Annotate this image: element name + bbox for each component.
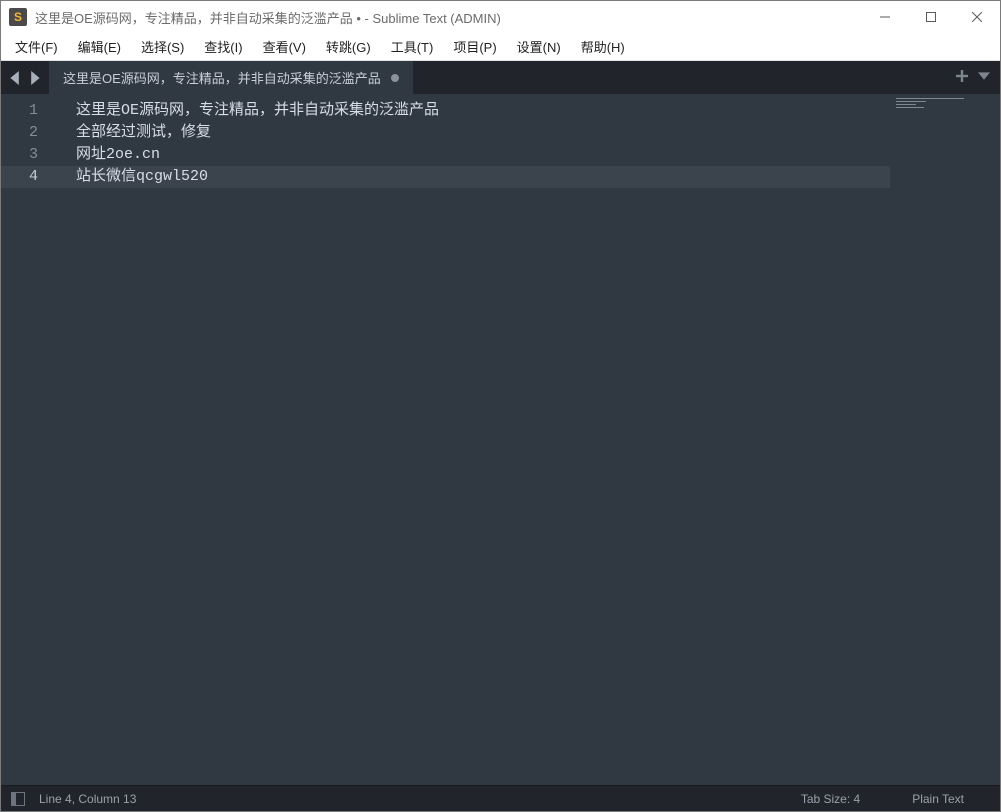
gutter[interactable]: 1 2 3 4 [1,94,56,785]
tab-dropdown-icon[interactable] [978,69,990,87]
tab-spacer [413,61,946,94]
window-controls [862,1,1000,33]
file-tab[interactable]: 这里是OE源码网，专注精品，并非自动采集的泛滥产品 [49,61,413,94]
line-number[interactable]: 1 [1,100,56,122]
new-tab-icon[interactable] [956,69,968,87]
minimap[interactable] [890,94,1000,785]
nav-arrows [1,61,49,94]
minimize-button[interactable] [862,1,908,33]
menu-edit[interactable]: 编辑(E) [68,33,131,60]
title-bar[interactable]: S 这里是OE源码网，专注精品，并非自动采集的泛滥产品 • - Sublime … [1,1,1000,33]
tab-label: 这里是OE源码网，专注精品，并非自动采集的泛滥产品 [63,68,381,87]
code-line[interactable]: 站长微信qcgwl520 [56,166,890,188]
window-title: 这里是OE源码网，专注精品，并非自动采集的泛滥产品 • - Sublime Te… [35,8,862,27]
close-button[interactable] [954,1,1000,33]
minimap-line [896,104,916,105]
maximize-button[interactable] [908,1,954,33]
menu-goto[interactable]: 转跳(G) [316,33,381,60]
menu-view[interactable]: 查看(V) [253,33,316,60]
code-line[interactable]: 网址2oe.cn [56,144,890,166]
editor-area: 1 2 3 4 这里是OE源码网，专注精品，并非自动采集的泛滥产品 全部经过测试… [1,94,1000,785]
status-bar: Line 4, Column 13 Tab Size: 4 Plain Text [1,785,1000,811]
status-tab-size[interactable]: Tab Size: 4 [775,792,886,806]
status-syntax[interactable]: Plain Text [886,792,990,806]
minimap-line [896,107,924,108]
code-line[interactable]: 这里是OE源码网，专注精品，并非自动采集的泛滥产品 [56,100,890,122]
app-window: S 这里是OE源码网，专注精品，并非自动采集的泛滥产品 • - Sublime … [0,0,1001,812]
status-position[interactable]: Line 4, Column 13 [39,792,136,806]
nav-forward-icon[interactable] [27,71,41,85]
menu-project[interactable]: 项目(P) [443,33,506,60]
code-area[interactable]: 这里是OE源码网，专注精品，并非自动采集的泛滥产品 全部经过测试，修复 网址2o… [56,94,890,785]
line-number[interactable]: 4 [1,166,56,188]
menu-select[interactable]: 选择(S) [131,33,194,60]
tab-strip: 这里是OE源码网，专注精品，并非自动采集的泛滥产品 [1,61,1000,94]
menu-find[interactable]: 查找(I) [194,33,252,60]
menu-tools[interactable]: 工具(T) [381,33,444,60]
dirty-indicator-icon [391,74,399,82]
tab-controls [946,61,1000,94]
minimap-line [896,101,926,102]
minimap-line [896,98,964,99]
menu-bar: 文件(F) 编辑(E) 选择(S) 查找(I) 查看(V) 转跳(G) 工具(T… [1,33,1000,61]
nav-back-icon[interactable] [9,71,23,85]
menu-settings[interactable]: 设置(N) [507,33,571,60]
panel-switcher-icon[interactable] [11,792,25,806]
menu-file[interactable]: 文件(F) [5,33,68,60]
code-line[interactable]: 全部经过测试，修复 [56,122,890,144]
line-number[interactable]: 3 [1,144,56,166]
app-icon: S [9,8,27,26]
line-number[interactable]: 2 [1,122,56,144]
menu-help[interactable]: 帮助(H) [571,33,635,60]
